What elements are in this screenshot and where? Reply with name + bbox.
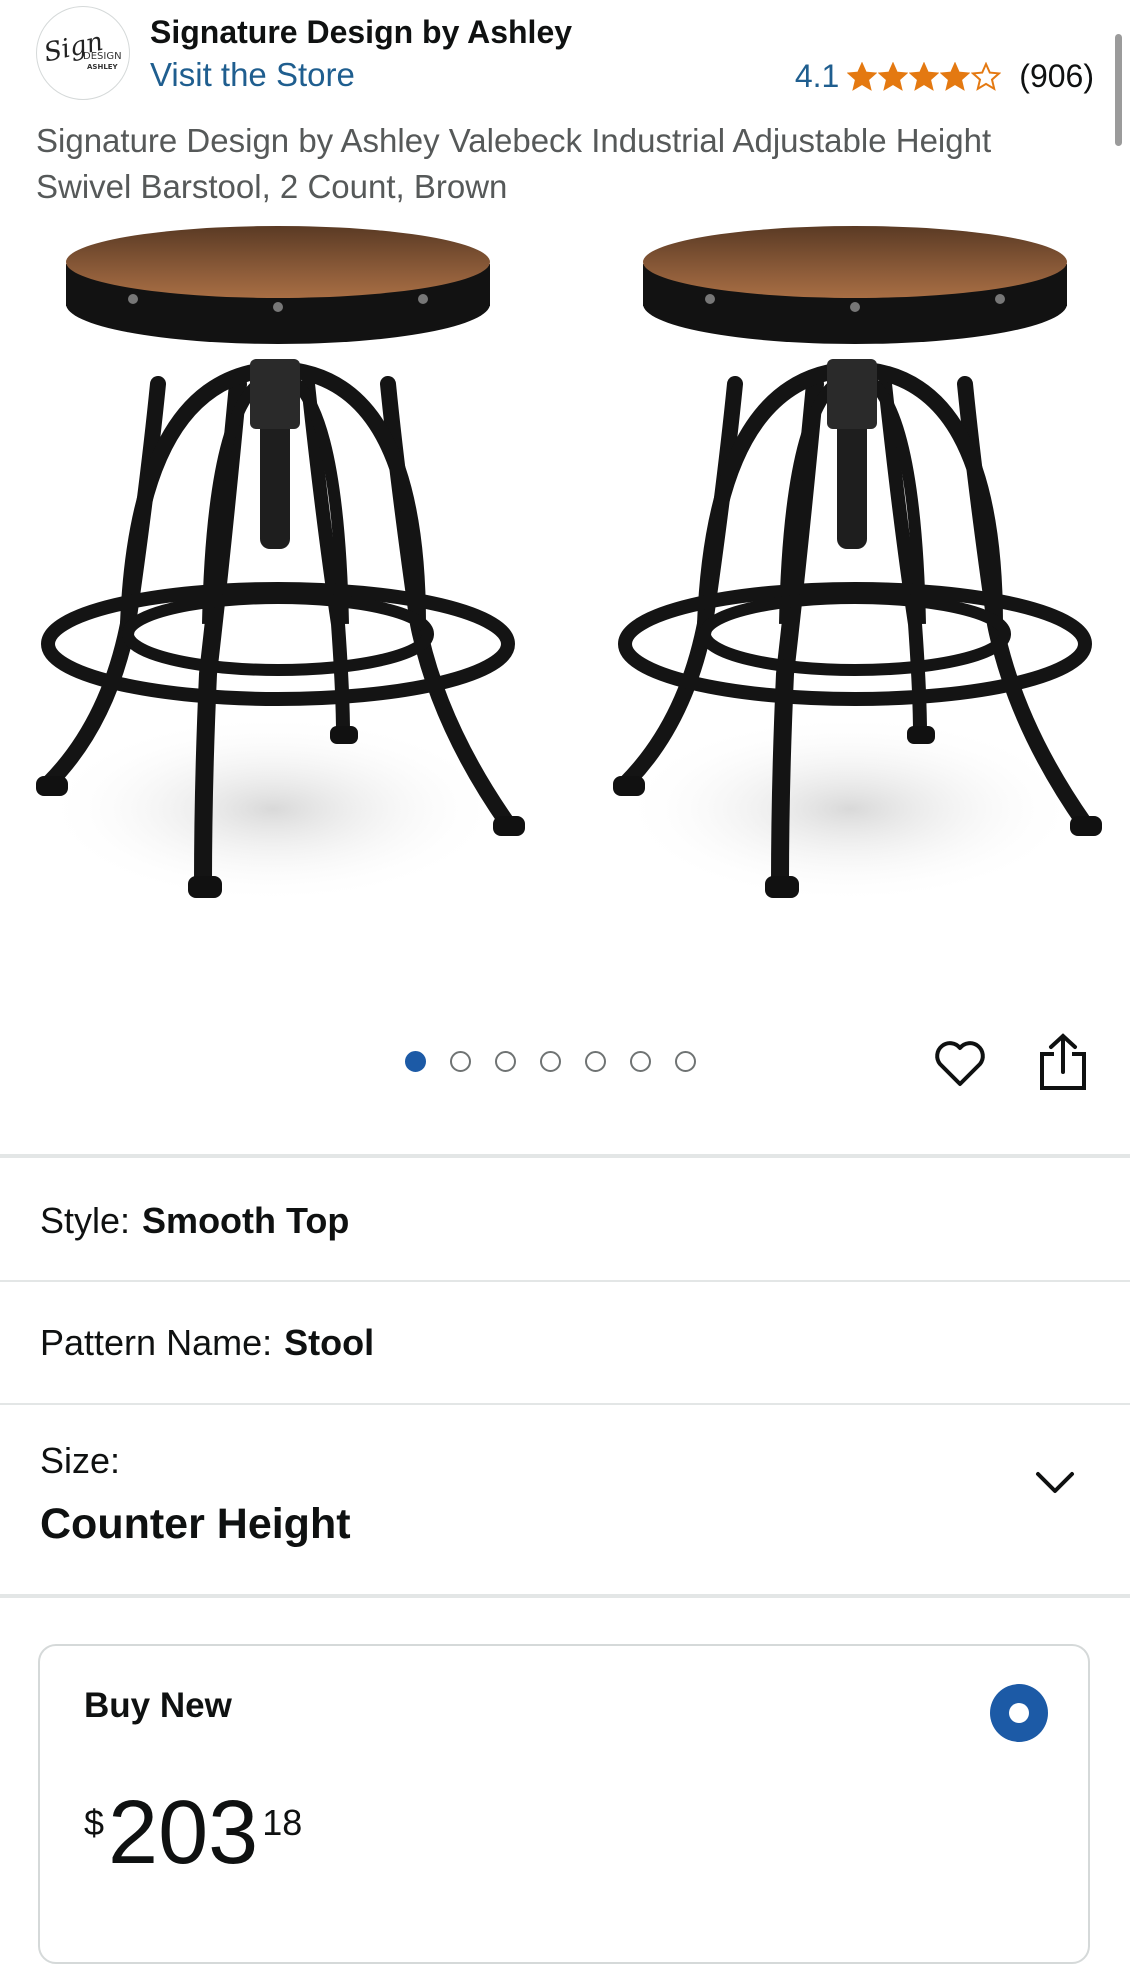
- product-title: Signature Design by Ashley Valebeck Indu…: [36, 122, 992, 205]
- section-divider: [0, 1594, 1130, 1598]
- scrollbar[interactable]: [1115, 34, 1122, 146]
- star-empty-icon: [971, 61, 1002, 91]
- carousel-dot[interactable]: [405, 1051, 426, 1072]
- size-value[interactable]: Counter Height: [40, 1500, 351, 1549]
- carousel-dot[interactable]: [540, 1051, 561, 1072]
- carousel-dot[interactable]: [675, 1051, 696, 1072]
- brand-header: Sign DESIGN ASHLEY Signature Design by A…: [36, 6, 1094, 102]
- pattern-label: Pattern Name:: [40, 1322, 273, 1363]
- share-icon[interactable]: [1034, 1032, 1092, 1092]
- star-filled-icon: [878, 61, 909, 91]
- row-divider: [0, 1403, 1130, 1405]
- pattern-option[interactable]: Pattern Name: Stool: [40, 1322, 374, 1364]
- product-image[interactable]: [0, 210, 1130, 930]
- style-value: Smooth Top: [142, 1200, 350, 1241]
- star-filled-icon: [940, 61, 971, 91]
- logo-ashley-text: ASHLEY: [87, 63, 119, 71]
- carousel-dot[interactable]: [495, 1051, 516, 1072]
- style-option[interactable]: Style: Smooth Top: [40, 1200, 349, 1242]
- brand-logo[interactable]: Sign DESIGN ASHLEY: [36, 6, 130, 100]
- heart-icon[interactable]: [932, 1036, 988, 1092]
- carousel-dot[interactable]: [630, 1051, 651, 1072]
- review-count[interactable]: (906): [1019, 58, 1094, 95]
- size-label: Size:: [40, 1440, 121, 1481]
- buy-new-title: Buy New: [84, 1686, 232, 1725]
- rating-value: 4.1: [794, 58, 840, 94]
- section-divider: [0, 1154, 1130, 1158]
- price-whole: 203: [108, 1783, 259, 1883]
- logo-design-text: DESIGN: [83, 51, 122, 62]
- pattern-value: Stool: [284, 1322, 375, 1363]
- star-filled-icon: [909, 61, 940, 91]
- row-divider: [0, 1280, 1130, 1282]
- brand-name[interactable]: Signature Design by Ashley: [150, 14, 572, 51]
- price-currency: $: [84, 1802, 105, 1843]
- visit-store-link[interactable]: Visit the Store: [150, 56, 355, 94]
- chevron-down-icon[interactable]: [1034, 1468, 1076, 1498]
- rating-summary[interactable]: 4.1 (906): [795, 58, 1094, 95]
- carousel-dot[interactable]: [450, 1051, 471, 1072]
- star-rating: [847, 61, 1002, 92]
- buy-new-card[interactable]: Buy New $ 203 18: [38, 1644, 1090, 1964]
- image-carousel-dots[interactable]: [405, 1051, 696, 1072]
- buy-new-radio[interactable]: [990, 1684, 1048, 1742]
- price-fraction: 18: [262, 1802, 303, 1843]
- style-label: Style:: [40, 1200, 131, 1241]
- price: $ 203 18: [84, 1788, 302, 1878]
- star-filled-icon: [847, 61, 878, 91]
- carousel-dot[interactable]: [585, 1051, 606, 1072]
